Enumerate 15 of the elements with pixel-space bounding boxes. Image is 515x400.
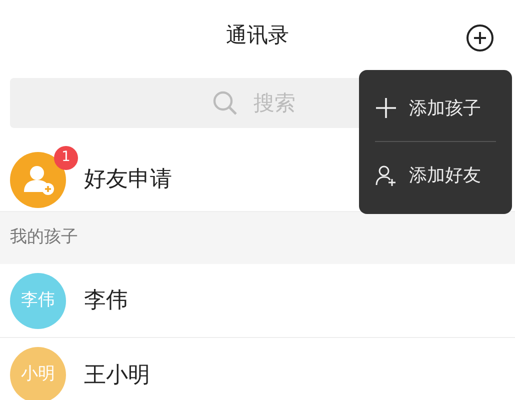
- page-title: 通讯录: [226, 22, 289, 50]
- contact-row[interactable]: 李伟 李伟: [0, 264, 515, 338]
- add-person-icon: [375, 164, 397, 186]
- avatar: 李伟: [10, 272, 66, 328]
- friend-request-label: 好友申请: [84, 166, 172, 194]
- avatar: 小明: [10, 347, 66, 400]
- contact-row[interactable]: 小明 王小明: [0, 338, 515, 400]
- contact-name: 李伟: [84, 287, 128, 315]
- section-title: 我的孩子: [10, 226, 78, 250]
- count-badge: 1: [54, 146, 78, 170]
- contact-name: 王小明: [84, 362, 150, 390]
- menu-item[interactable]: 添加孩子: [375, 75, 496, 142]
- add-icon[interactable]: [466, 24, 494, 52]
- plus-icon: [375, 97, 397, 119]
- search-icon: [212, 90, 238, 116]
